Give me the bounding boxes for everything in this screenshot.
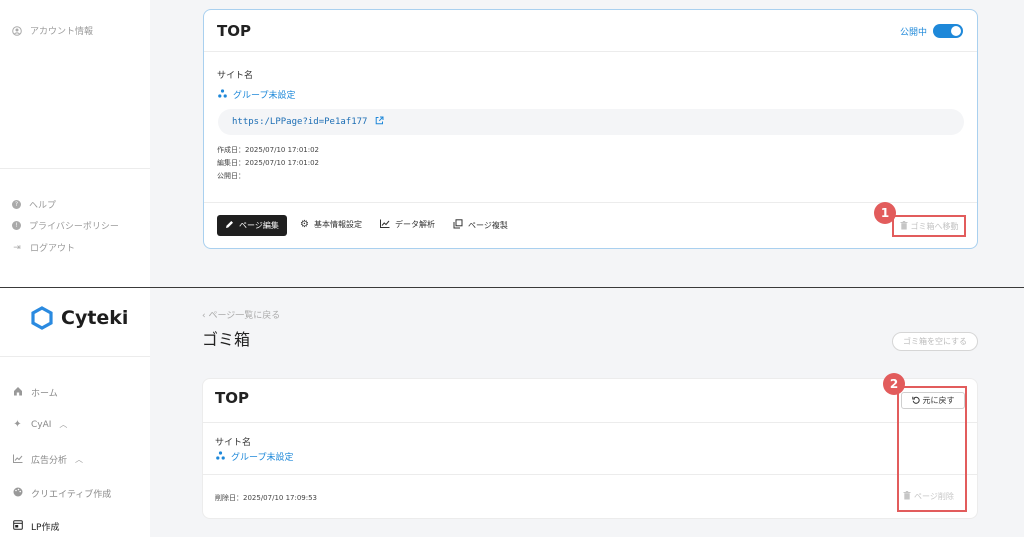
publish-toggle-group: 公開中 xyxy=(900,24,963,38)
site-name-label: サイト名 xyxy=(217,71,254,81)
divider xyxy=(204,51,977,52)
trash-page-card: TOP 元に戻す サイト名 グループ未設定 削除日：2025/07/10 17:… xyxy=(202,378,978,519)
basic-settings-button[interactable]: ⚙ 基本情報設定 xyxy=(300,219,362,230)
logout-icon: ⇥ xyxy=(13,242,21,253)
divider xyxy=(204,202,977,203)
page-card: TOP 公開中 サイト名 グループ未設定 https:/LPPage?id=Pe… xyxy=(203,9,978,249)
back-link-label: ページ一覧に戻る xyxy=(208,311,281,321)
sidebar-item-label: クリエイティブ作成 xyxy=(31,490,112,500)
sidebar-item-ad-analysis[interactable]: 広告分析 ︿ xyxy=(12,453,83,466)
move-to-trash-button[interactable]: ゴミ箱へ移動 xyxy=(892,215,966,237)
logo-icon xyxy=(31,306,53,330)
sidebar-item-label: アカウント情報 xyxy=(30,27,94,37)
button-label: データ解析 xyxy=(395,220,435,229)
page-url-link[interactable]: https:/LPPage?id=Pe1af177 xyxy=(232,117,367,127)
annotation-badge-1: 1 xyxy=(874,202,896,224)
line-chart-icon xyxy=(380,219,390,230)
sidebar-item-lp[interactable]: LP作成 xyxy=(12,520,59,533)
help-icon: ? xyxy=(12,200,21,209)
button-label: ページ複製 xyxy=(468,220,508,230)
copy-icon xyxy=(453,219,463,231)
info-icon: ! xyxy=(12,221,21,230)
sidebar-item-cyai[interactable]: ✦ CyAI ︿ xyxy=(12,419,67,430)
gear-icon: ⚙ xyxy=(300,219,309,230)
chart-icon xyxy=(12,454,23,466)
chevron-up-icon: ︿ xyxy=(75,455,84,464)
page-edit-button[interactable]: ページ編集 xyxy=(217,215,287,236)
lp-icon xyxy=(12,520,23,533)
group-link-label: グループ未設定 xyxy=(233,91,296,101)
top-screenshot-panel: アカウント情報 ? ヘルプ ! プライバシーポリシー ⇥ ログアウト TOP 公… xyxy=(0,0,1024,287)
button-label: ページ編集 xyxy=(239,221,279,230)
button-label: 基本情報設定 xyxy=(313,220,362,229)
back-link[interactable]: ‹ ページ一覧に戻る xyxy=(202,308,280,321)
card-title: TOP xyxy=(215,389,249,407)
url-box: https:/LPPage?id=Pe1af177 xyxy=(218,109,964,135)
sidebar-item-logout[interactable]: ⇥ ログアウト xyxy=(12,241,76,255)
sidebar-item-label: CyAI xyxy=(31,419,52,430)
sidebar-item-label: ヘルプ xyxy=(29,201,57,211)
empty-trash-button[interactable]: ゴミ箱を空にする xyxy=(892,332,978,351)
group-icon xyxy=(218,88,227,101)
bottom-screenshot-panel: Cyteki ホーム ✦ CyAI ︿ 広告分析 ︿ クリエイティブ作成 LP作… xyxy=(0,288,1024,537)
created-date: 作成日：2025/07/10 17:01:02 xyxy=(217,146,320,154)
logo[interactable]: Cyteki xyxy=(30,306,128,330)
sidebar-item-label: LP作成 xyxy=(31,523,60,533)
sidebar-item-label: 広告分析 xyxy=(31,456,68,466)
published-date: 公開日： xyxy=(217,172,245,180)
card-title: TOP xyxy=(217,22,251,40)
deleted-date: 削除日：2025/07/10 17:09:53 xyxy=(215,494,318,502)
sidebar: Cyteki ホーム ✦ CyAI ︿ 広告分析 ︿ クリエイティブ作成 LP作… xyxy=(0,288,150,537)
divider xyxy=(203,422,977,423)
sidebar-item-creative[interactable]: クリエイティブ作成 xyxy=(12,487,111,500)
annotation-badge-2: 2 xyxy=(883,373,905,395)
trash-icon xyxy=(900,220,908,232)
divider xyxy=(203,474,977,475)
pencil-icon xyxy=(225,220,234,231)
sidebar: アカウント情報 ? ヘルプ ! プライバシーポリシー ⇥ ログアウト xyxy=(0,0,150,287)
main-content: TOP 公開中 サイト名 グループ未設定 https:/LPPage?id=Pe… xyxy=(150,0,1024,287)
publish-status-label: 公開中 xyxy=(899,27,927,38)
sidebar-item-help[interactable]: ? ヘルプ xyxy=(12,198,56,211)
edited-date: 編集日：2025/07/10 17:01:02 xyxy=(217,159,320,167)
group-link-label: グループ未設定 xyxy=(231,453,294,463)
group-link[interactable]: グループ未設定 xyxy=(216,450,293,463)
user-circle-icon xyxy=(12,25,22,36)
sidebar-item-label: ホーム xyxy=(31,389,58,399)
sidebar-item-account[interactable]: アカウント情報 xyxy=(12,24,93,37)
sidebar-item-privacy[interactable]: ! プライバシーポリシー xyxy=(12,219,119,232)
group-link[interactable]: グループ未設定 xyxy=(218,88,295,101)
data-analysis-button[interactable]: データ解析 xyxy=(380,219,435,230)
sparkle-icon: ✦ xyxy=(13,419,22,430)
annotation-highlight-frame xyxy=(897,386,967,512)
page-title: ゴミ箱 xyxy=(202,330,251,349)
sidebar-divider xyxy=(0,168,150,169)
external-link-icon[interactable] xyxy=(375,116,384,128)
home-icon xyxy=(12,386,23,399)
copy-page-button[interactable]: ページ複製 xyxy=(453,219,508,231)
group-icon xyxy=(216,450,225,463)
sidebar-divider xyxy=(0,356,150,357)
logo-text: Cyteki xyxy=(61,307,129,329)
site-name-label: サイト名 xyxy=(215,438,252,448)
sidebar-item-home[interactable]: ホーム xyxy=(12,386,58,399)
chevron-up-icon: ︿ xyxy=(59,420,68,429)
sidebar-item-label: プライバシーポリシー xyxy=(29,222,119,232)
main-content: ‹ ページ一覧に戻る ゴミ箱 ゴミ箱を空にする TOP 元に戻す サイト名 グル… xyxy=(150,288,1024,537)
publish-toggle[interactable] xyxy=(933,24,963,38)
palette-icon xyxy=(12,487,23,500)
toggle-knob xyxy=(951,26,961,36)
sidebar-item-label: ログアウト xyxy=(30,244,76,254)
button-label: ゴミ箱へ移動 xyxy=(910,221,959,231)
